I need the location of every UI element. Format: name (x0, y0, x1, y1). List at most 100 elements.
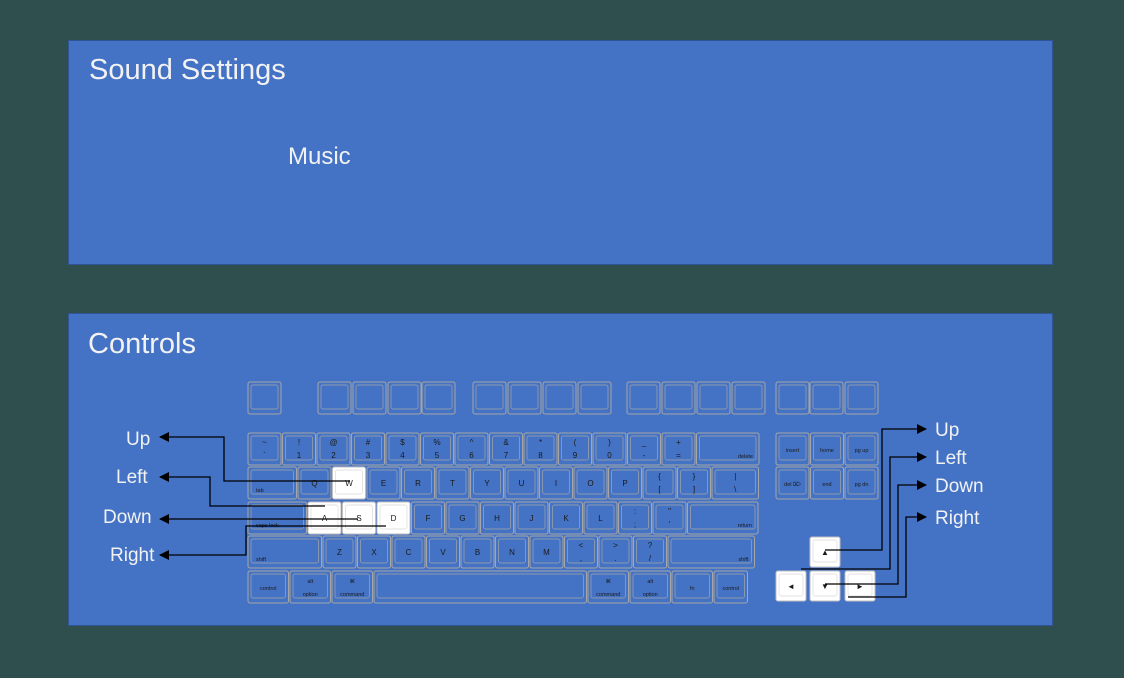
key-h[interactable]: H (480, 501, 514, 535)
key-blank[interactable]: ~` (247, 432, 282, 466)
key-6[interactable]: ^6 (454, 432, 489, 466)
key-delete[interactable]: delete (696, 432, 760, 466)
key-return[interactable]: return (687, 501, 759, 535)
key-insert[interactable]: insert (775, 432, 810, 466)
key-label: insert (786, 448, 800, 454)
key-top-label: ( (574, 438, 577, 447)
key-p[interactable]: P (608, 466, 642, 500)
key-down[interactable]: ▼ (809, 570, 841, 602)
key-blank[interactable]: ?/ (633, 535, 667, 569)
key-del[interactable]: del ⌦ (775, 466, 810, 500)
right-label-left: Left (935, 448, 967, 469)
key-pg-up[interactable]: pg up (844, 432, 879, 466)
key-0[interactable]: )0 (592, 432, 627, 466)
key-a[interactable]: A (307, 501, 342, 535)
key-e[interactable]: E (366, 466, 401, 500)
key-f8[interactable] (577, 381, 612, 415)
key-home[interactable]: home (810, 432, 844, 466)
key-9[interactable]: (9 (558, 432, 592, 466)
key-option[interactable]: alt option (289, 570, 331, 604)
key-end[interactable]: end (810, 466, 844, 500)
key-f6[interactable] (507, 381, 542, 415)
key-caps-lock[interactable]: caps lock (247, 501, 307, 535)
key-m[interactable]: M (529, 535, 564, 569)
key-f1[interactable] (317, 381, 352, 415)
key-7[interactable]: &7 (489, 432, 523, 466)
key-blank[interactable]: :; (618, 501, 652, 535)
key-command[interactable]: ⌘ command (587, 570, 629, 604)
key-f3[interactable] (387, 381, 422, 415)
key-tab[interactable]: tab (247, 466, 297, 500)
key-label: ◄ (787, 582, 795, 591)
key-f7[interactable] (542, 381, 577, 415)
key-f15[interactable] (844, 381, 879, 415)
key-u[interactable]: U (504, 466, 539, 500)
key-f12[interactable] (731, 381, 766, 415)
key-fn[interactable]: fn (671, 570, 713, 604)
key-1[interactable]: !1 (282, 432, 316, 466)
key-pg-dn[interactable]: pg dn (844, 466, 879, 500)
key-shift[interactable]: shift (247, 535, 322, 569)
key-blank[interactable]: |\ (711, 466, 759, 500)
key-left[interactable]: ◄ (775, 570, 807, 602)
key-o[interactable]: O (573, 466, 608, 500)
key-v[interactable]: V (426, 535, 460, 569)
key-y[interactable]: Y (470, 466, 504, 500)
key-b[interactable]: B (460, 535, 495, 569)
key-blank[interactable]: _- (627, 432, 661, 466)
key-8[interactable]: *8 (523, 432, 558, 466)
key-label: shift (738, 557, 749, 563)
key-top-label: ⌘ (350, 578, 356, 585)
key-f13[interactable] (775, 381, 810, 415)
key-5[interactable]: %5 (420, 432, 454, 466)
key-k[interactable]: K (549, 501, 583, 535)
key-blank[interactable]: }] (677, 466, 711, 500)
key-esc[interactable] (247, 381, 282, 415)
key-l[interactable]: L (583, 501, 618, 535)
key-label: D (391, 514, 397, 523)
key-up[interactable]: ▲ (809, 536, 841, 568)
key-bottom-label: command (340, 592, 364, 598)
key-d[interactable]: D (376, 501, 411, 535)
key-bottom-label: - (643, 451, 646, 460)
key-label: pg dn (855, 482, 869, 488)
key-z[interactable]: Z (322, 535, 357, 569)
key-top-label: ⌘ (606, 578, 612, 585)
key-t[interactable]: T (435, 466, 470, 500)
key-blank[interactable]: "' (652, 501, 687, 535)
key-q[interactable]: Q (297, 466, 332, 500)
key-s[interactable]: S (342, 501, 376, 535)
left-label-up: Up (126, 429, 150, 450)
key-blank[interactable]: += (661, 432, 696, 466)
key-f11[interactable] (696, 381, 731, 415)
key-command[interactable]: ⌘ command (331, 570, 373, 604)
key-f2[interactable] (352, 381, 387, 415)
key-x[interactable]: X (357, 535, 391, 569)
key-option[interactable]: alt option (629, 570, 671, 604)
key-control[interactable]: control (713, 570, 748, 604)
key-c[interactable]: C (391, 535, 426, 569)
key-i[interactable]: I (539, 466, 573, 500)
key-shift[interactable]: shift (667, 535, 755, 569)
key-j[interactable]: J (514, 501, 549, 535)
key-f14[interactable] (809, 381, 844, 415)
key-r[interactable]: R (401, 466, 435, 500)
key-undefined[interactable] (373, 570, 587, 604)
key-f10[interactable] (661, 381, 696, 415)
key-f4[interactable] (421, 381, 456, 415)
key-3[interactable]: #3 (351, 432, 385, 466)
key-g[interactable]: G (445, 501, 480, 535)
key-f5[interactable] (472, 381, 507, 415)
key-blank[interactable]: <, (564, 535, 598, 569)
key-label: E (381, 479, 386, 488)
key-f[interactable]: F (411, 501, 445, 535)
key-blank[interactable]: {[ (642, 466, 677, 500)
key-f9[interactable] (626, 381, 661, 415)
key-4[interactable]: $4 (385, 432, 420, 466)
key-2[interactable]: @2 (316, 432, 351, 466)
key-n[interactable]: N (495, 535, 529, 569)
key-w[interactable]: W (332, 466, 366, 500)
key-bottom-label: 5 (435, 451, 440, 460)
key-blank[interactable]: >. (598, 535, 633, 569)
key-control[interactable]: control (247, 570, 289, 604)
